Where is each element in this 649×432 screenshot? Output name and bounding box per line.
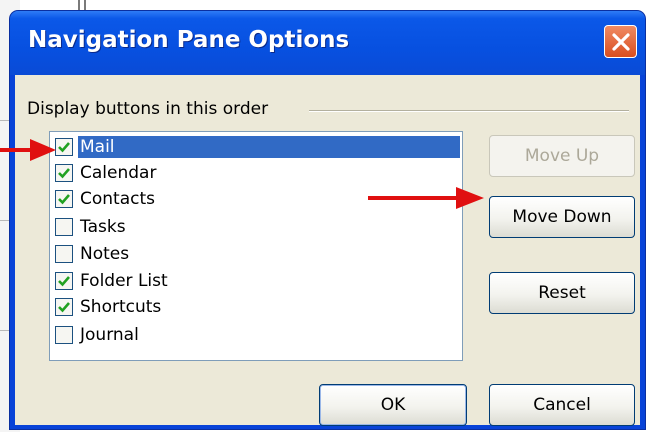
- checkbox-folder-list[interactable]: [55, 272, 73, 290]
- annotation-arrow-mail: [0, 139, 56, 161]
- checkbox-contacts[interactable]: [55, 190, 73, 208]
- move-down-button[interactable]: Move Down: [489, 196, 635, 238]
- list-item-folder-list[interactable]: Folder List: [52, 269, 460, 295]
- button-order-list[interactable]: Mail Calendar Contacts Tasks Notes Folde…: [49, 131, 463, 361]
- check-icon: [58, 276, 70, 287]
- check-icon: [58, 142, 70, 153]
- list-item-mail[interactable]: Mail: [52, 135, 460, 161]
- list-item-label: Contacts: [80, 189, 155, 209]
- navigation-pane-options-dialog: Navigation Pane Options Display buttons …: [10, 11, 645, 429]
- list-item-label: Mail: [78, 136, 460, 158]
- list-item-label: Notes: [80, 244, 130, 264]
- dialog-body: Display buttons in this order Mail Calen…: [15, 75, 640, 426]
- check-icon: [58, 168, 70, 179]
- cancel-button[interactable]: Cancel: [489, 384, 635, 426]
- dialog-title: Navigation Pane Options: [28, 27, 350, 53]
- title-bar[interactable]: Navigation Pane Options: [10, 11, 645, 75]
- reset-button[interactable]: Reset: [489, 272, 635, 314]
- list-item-label: Journal: [80, 325, 139, 345]
- list-item-shortcuts[interactable]: Shortcuts: [52, 295, 460, 321]
- checkbox-notes[interactable]: [55, 245, 73, 263]
- ok-button[interactable]: OK: [319, 384, 467, 426]
- list-item-tasks[interactable]: Tasks: [52, 215, 460, 241]
- checkbox-tasks[interactable]: [55, 218, 73, 236]
- list-item-label: Tasks: [80, 217, 126, 237]
- list-item-label: Calendar: [80, 163, 157, 183]
- check-icon: [58, 194, 70, 205]
- group-divider: [309, 110, 629, 112]
- checkbox-calendar[interactable]: [55, 164, 73, 182]
- group-label: Display buttons in this order: [27, 99, 269, 119]
- close-icon: [612, 33, 630, 51]
- close-button[interactable]: [604, 25, 637, 58]
- checkbox-journal[interactable]: [55, 326, 73, 344]
- move-up-button[interactable]: Move Up: [489, 135, 635, 177]
- list-item-label: Shortcuts: [80, 297, 162, 317]
- checkbox-shortcuts[interactable]: [55, 298, 73, 316]
- list-item-label: Folder List: [80, 271, 168, 291]
- annotation-arrow-move-down: [368, 187, 484, 209]
- list-item-journal[interactable]: Journal: [52, 323, 460, 349]
- check-icon: [58, 302, 70, 313]
- list-item-notes[interactable]: Notes: [52, 242, 460, 268]
